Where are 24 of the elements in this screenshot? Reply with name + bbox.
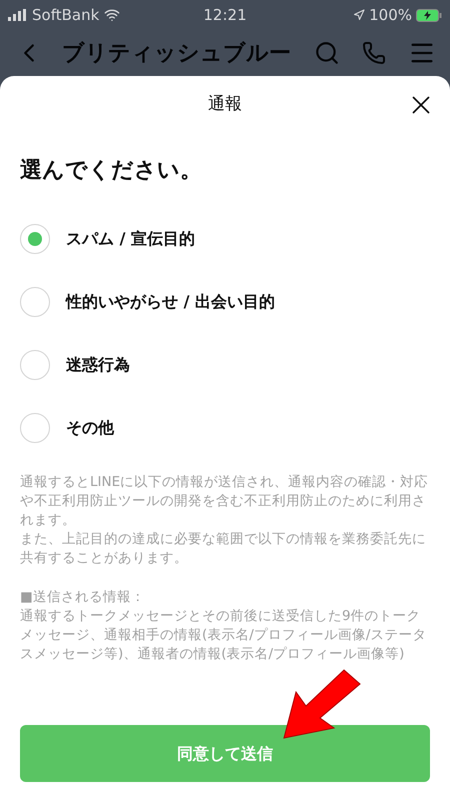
battery-icon <box>416 8 442 22</box>
radio-button[interactable] <box>20 224 50 254</box>
clock-time: 12:21 <box>203 4 247 26</box>
battery-percent: 100% <box>369 4 412 26</box>
notice-paragraph: また、上記目的の達成に必要な範囲で以下の情報を業務委託先に共有することがあります。 <box>20 530 427 568</box>
notice-paragraph: ■送信される情報： <box>20 588 146 607</box>
option-label[interactable]: その他 <box>66 416 114 440</box>
radio-button[interactable] <box>20 412 50 442</box>
radio-button[interactable] <box>20 350 50 380</box>
wifi-icon <box>104 7 120 23</box>
option-label[interactable]: スパム / 宣伝目的 <box>66 226 195 250</box>
search-icon[interactable] <box>314 40 340 66</box>
instruction-heading: 選んでください。 <box>20 158 202 183</box>
notice-paragraph: 通報するトークメッセージとその前後に送受信した9件のトークメッセージ、通報相手の情報(表示名/プロフィール画像/ステータスメッセージ等)、通報者の情報(表示名/プロフィール画像等) <box>20 607 428 664</box>
phone-icon[interactable] <box>362 41 386 65</box>
sheet-title: 通報 <box>208 93 242 116</box>
option-label[interactable]: 性的いやがらせ / 出会い目的 <box>66 290 275 314</box>
signal-icon <box>8 9 28 21</box>
option-label[interactable]: 迷惑行為 <box>66 352 130 376</box>
location-icon <box>353 9 366 21</box>
chat-title: ブリティッシュブルー <box>62 40 291 68</box>
notice-paragraph: 通報するとLINEに以下の情報が送信され、通報内容の確認・対応や不正利用防止ツールの開発を含む不正利用防止のために利用されます。 <box>20 473 430 530</box>
radio-button[interactable] <box>20 286 50 316</box>
carrier-name: SoftBank <box>32 4 100 26</box>
